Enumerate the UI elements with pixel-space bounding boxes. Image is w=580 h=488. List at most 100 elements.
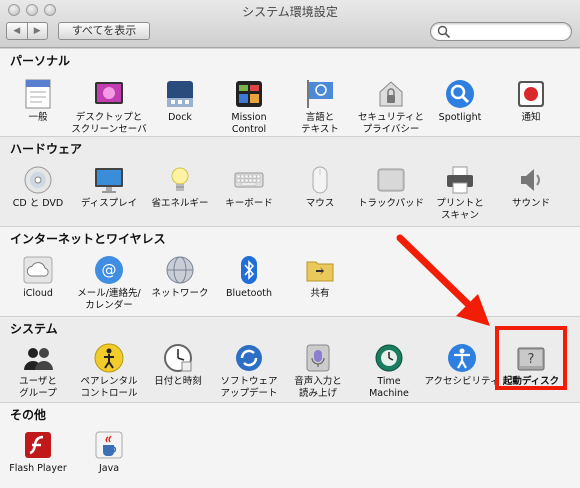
users-groups-icon [22,342,54,374]
pref-keyboard[interactable]: キーボード [209,164,289,210]
pref-trackpad[interactable]: トラックパッド [351,164,431,210]
pref-mail-contacts[interactable]: @ メール/連絡先/ カレンダー [69,254,149,312]
pref-print-scan[interactable]: プリントと スキャン [420,164,500,222]
security-icon [375,78,407,110]
pref-energy-saver[interactable]: 省エネルギー [140,164,220,210]
dock-icon [164,78,196,110]
accessibility-icon [446,342,478,374]
pref-label: デスクトップと スクリーンセーバ [71,112,147,135]
icloud-icon [22,254,54,286]
dictation-speech-icon [302,342,334,374]
pref-sharing[interactable]: 共有 [280,254,360,300]
bluetooth-icon [233,254,265,286]
section-title-system: システム [10,322,58,336]
navigation-buttons: ◀ ▶ [6,22,48,40]
mission-control-icon [233,78,265,110]
pref-label: ネットワーク [151,288,209,299]
software-update-icon [233,342,265,374]
keyboard-icon [233,164,265,196]
pref-notifications[interactable]: 通知 [491,78,571,124]
pref-label: サウンド [511,198,550,209]
pref-label: Flash Player [9,463,67,474]
pref-dock[interactable]: Dock [140,78,220,124]
parental-controls-icon [93,342,125,374]
pref-desktop-screensaver[interactable]: デスクトップと スクリーンセーバ [69,78,149,136]
pref-label: Mission Control [231,112,267,135]
forward-button[interactable]: ▶ [26,23,48,39]
pref-display[interactable]: ディスプレイ [69,164,149,210]
pref-label: Java [98,463,120,474]
time-machine-icon [373,342,405,374]
pref-parental-controls[interactable]: ペアレンタル コントロール [69,342,149,400]
startup-disk-highlight-box [495,326,567,390]
back-button[interactable]: ◀ [7,23,27,39]
language-text-icon [304,78,336,110]
search-input[interactable] [453,24,565,39]
pref-label: セキュリティと プライバシー [358,112,424,135]
pref-icloud[interactable]: iCloud [0,254,78,300]
section-hardware: ハードウェア CD と DVD ディスプレイ 省エネルギー キーボード マウス [0,136,580,226]
notifications-icon [515,78,547,110]
cd-dvd-icon [22,164,54,196]
sound-icon [515,164,547,196]
pref-label: 通知 [521,112,541,123]
pref-general[interactable]: 一般 [0,78,78,124]
network-icon [164,254,196,286]
pref-label: マウス [305,198,335,209]
pref-label: 音声入力と 読み上げ [294,376,342,399]
pref-label: Time Machine [369,376,409,399]
pref-time-machine[interactable]: Time Machine [349,342,429,400]
pref-label: 一般 [28,112,48,123]
pref-software-update[interactable]: ソフトウェア アップデート [209,342,289,400]
mouse-icon [304,164,336,196]
pref-label: ユーザと グループ [19,376,57,399]
pref-label: 共有 [310,288,330,299]
spotlight-icon [444,78,476,110]
pref-cd-dvd[interactable]: CD と DVD [0,164,78,210]
pref-sound[interactable]: サウンド [491,164,571,210]
pref-label: ペアレンタル コントロール [80,376,138,399]
search-field[interactable] [430,22,572,41]
pref-label: アクセシビリティ [424,376,500,387]
pref-mission-control[interactable]: Mission Control [209,78,289,136]
pref-dictation-speech[interactable]: 音声入力と 読み上げ [278,342,358,400]
pref-accessibility[interactable]: アクセシビリティ [422,342,502,388]
pref-label: メール/連絡先/ カレンダー [77,288,141,311]
pref-network[interactable]: ネットワーク [140,254,220,300]
desktop-screensaver-icon [93,78,125,110]
trackpad-icon [375,164,407,196]
section-internet-wireless: インターネットとワイヤレス iCloud @ メール/連絡先/ カレンダー ネッ… [0,226,580,316]
pref-mouse[interactable]: マウス [280,164,360,210]
flash-player-icon [22,429,54,461]
pref-label: Bluetooth [225,288,273,299]
window-titlebar: システム環境設定 ◀ ▶ すべてを表示 [0,0,580,48]
pref-users-groups[interactable]: ユーザと グループ [0,342,78,400]
show-all-button[interactable]: すべてを表示 [58,22,150,40]
pref-spotlight[interactable]: Spotlight [420,78,500,124]
energy-saver-icon [164,164,196,196]
pref-date-time[interactable]: 日付と時刻 [138,342,218,388]
section-title-other: その他 [10,408,47,422]
pref-label: 言語と テキスト [301,112,339,135]
sharing-icon [304,254,336,286]
pref-label: Dock [168,112,192,123]
pref-label: キーボード [225,198,273,209]
pref-bluetooth[interactable]: Bluetooth [209,254,289,300]
search-icon [437,25,451,39]
pref-label: Spotlight [438,112,482,123]
section-title-hardware: ハードウェア [10,142,83,156]
window-title: システム環境設定 [242,5,338,19]
printer-icon [444,164,476,196]
pref-label: CD と DVD [12,198,64,209]
pref-language-text[interactable]: 言語と テキスト [280,78,360,136]
pref-label: 省エネルギー [151,198,209,209]
section-title-internet: インターネットとワイヤレス [10,232,166,246]
pref-label: ディスプレイ [80,198,138,209]
pref-label: 日付と時刻 [154,376,202,387]
pref-security-privacy[interactable]: セキュリティと プライバシー [351,78,431,136]
section-other: その他 Flash Player Java [0,402,580,488]
section-system: システム ユーザと グループ ペアレンタル コントロール 日付と時刻 ソフトウェ… [0,316,580,402]
pref-flash-player[interactable]: Flash Player [0,429,78,475]
pref-java[interactable]: Java [69,429,149,475]
svg-text:@: @ [102,261,117,279]
